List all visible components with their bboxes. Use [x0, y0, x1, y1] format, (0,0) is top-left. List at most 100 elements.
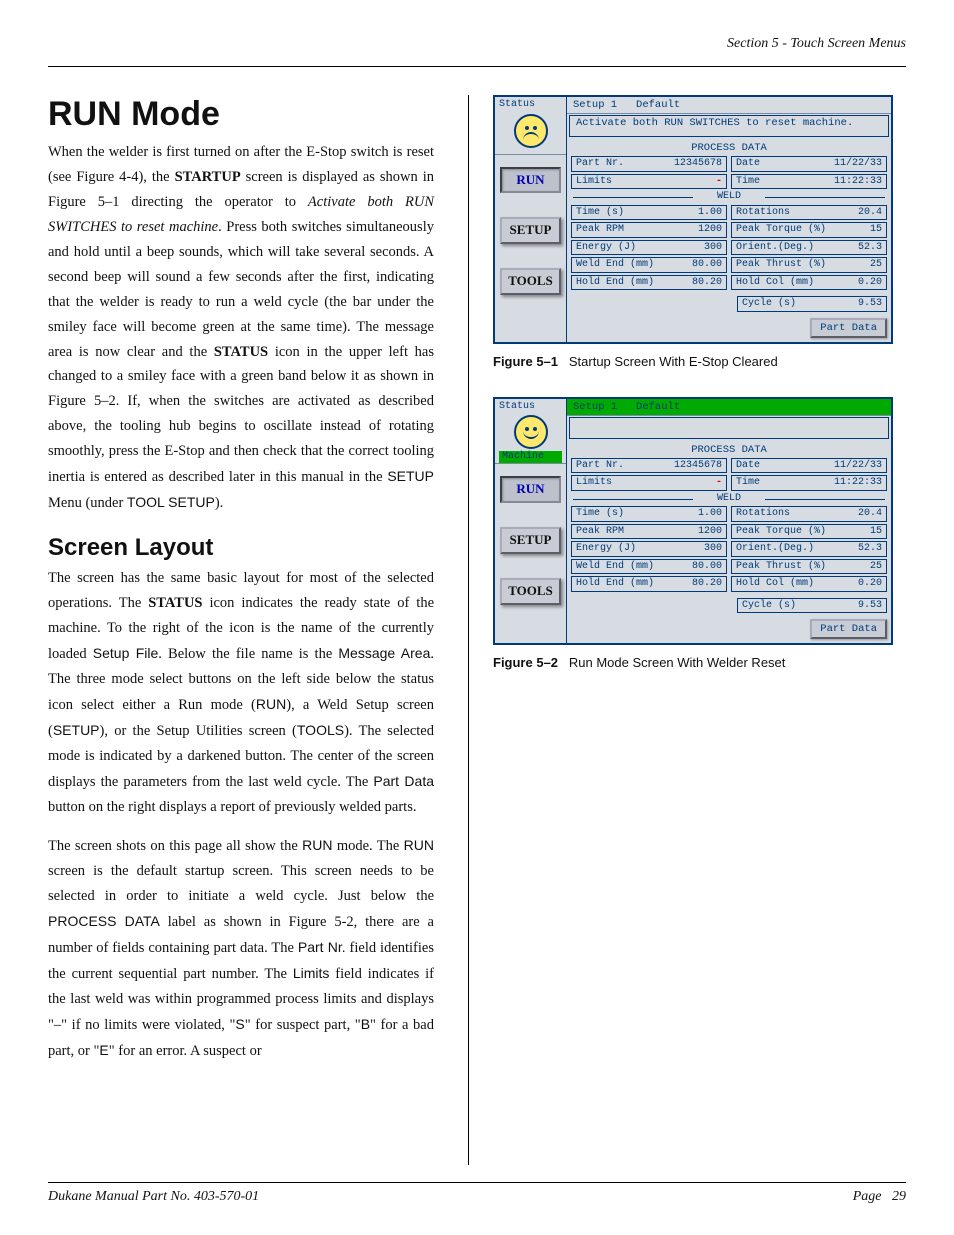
field-limits: Limits- — [571, 475, 727, 491]
text: ). — [215, 495, 223, 511]
figure-5-1-caption: Figure 5–1 Startup Screen With E-Stop Cl… — [493, 354, 888, 369]
page: Section 5 - Touch Screen Menus RUN Mode … — [0, 0, 954, 1235]
figure-5-1-screenshot: Status RUN SETUP TOOLS Setup 1 Default — [493, 95, 893, 344]
text-sans: Setup File — [93, 645, 159, 661]
field-energy: Energy (J)300 — [571, 240, 727, 256]
part-data-button[interactable]: Part Data — [810, 619, 887, 639]
page-title: RUN Mode — [48, 95, 434, 134]
text-sans: RUN — [302, 837, 332, 853]
field-weld-end: Weld End (mm)80.00 — [571, 559, 727, 575]
text-sans: SETUP — [53, 722, 100, 738]
text-sans: E — [99, 1042, 108, 1058]
screenshot-main: Setup 1 Default PROCESS DATA Part Nr.123… — [567, 399, 891, 644]
field-weld-end: Weld End (mm)80.00 — [571, 257, 727, 273]
header-rule — [48, 66, 906, 67]
process-data-heading: PROCESS DATA — [567, 138, 891, 156]
field-part-nr: Part Nr.12345678 — [571, 156, 727, 172]
field-energy: Energy (J)300 — [571, 541, 727, 557]
right-column: Status RUN SETUP TOOLS Setup 1 Default — [468, 95, 888, 1165]
field-peak-thrust: Peak Thrust (%)25 — [731, 257, 887, 273]
text: The screen shots on this page all show t… — [48, 838, 302, 854]
paragraph-1: When the welder is first turned on after… — [48, 140, 434, 516]
field-date: Date11/22/33 — [731, 156, 887, 172]
text-sans: S — [235, 1016, 244, 1032]
weld-divider: WELD — [571, 191, 887, 203]
setup-default: Default — [636, 99, 680, 111]
setup-button[interactable]: SETUP — [500, 527, 561, 554]
section-header: Section 5 - Touch Screen Menus — [48, 36, 906, 56]
machine-status-bar: Machine — [499, 451, 562, 463]
field-cycle: Cycle (s)9.53 — [737, 296, 887, 312]
subheading: Screen Layout — [48, 534, 434, 562]
text-bold: STATUS — [148, 595, 202, 611]
text-sans: Part Data — [373, 773, 434, 789]
text: Menu (under — [48, 495, 127, 511]
text: button on the right displays a report of… — [48, 799, 416, 815]
screenshot-sidebar: Status Machine RUN SETUP TOOLS — [495, 399, 567, 644]
process-data-heading: PROCESS DATA — [567, 440, 891, 458]
field-orient: Orient.(Deg.)52.3 — [731, 541, 887, 557]
text: mode. The — [333, 838, 404, 854]
text-sans: RUN — [404, 837, 434, 853]
field-part-nr: Part Nr.12345678 — [571, 458, 727, 474]
field-time: Time11:22:33 — [731, 174, 887, 190]
setup-file-row: Setup 1 Default — [567, 399, 891, 416]
text: screen is the default startup screen. Th… — [48, 863, 434, 904]
field-hold-end: Hold End (mm)80.20 — [571, 576, 727, 592]
footer-left: Dukane Manual Part No. 403-570-01 — [48, 1189, 259, 1205]
field-hold-col: Hold Col (mm)0.20 — [731, 275, 887, 291]
setup-file-row: Setup 1 Default — [567, 97, 891, 114]
screenshot-main: Setup 1 Default Activate both RUN SWITCH… — [567, 97, 891, 342]
text-sans: PROCESS DATA — [48, 913, 160, 929]
text-sans: Message Area — [338, 645, 430, 661]
text: " for suspect part, " — [245, 1017, 361, 1033]
field-time: Time11:22:33 — [731, 475, 887, 491]
text-sans: B — [361, 1016, 370, 1032]
screenshot-sidebar: Status RUN SETUP TOOLS — [495, 97, 567, 342]
field-peak-thrust: Peak Thrust (%)25 — [731, 559, 887, 575]
text-sans: Limits — [293, 965, 330, 981]
text: icon in the upper left has changed to a … — [48, 344, 434, 486]
field-cycle: Cycle (s)9.53 — [737, 598, 887, 614]
field-time-s: Time (s)1.00 — [571, 205, 727, 221]
figure-5-2-screenshot: Status Machine RUN SETUP TOOLS Setup 1 — [493, 397, 893, 646]
text: . Below the file name is the — [158, 646, 338, 662]
field-orient: Orient.(Deg.)52.3 — [731, 240, 887, 256]
run-button[interactable]: RUN — [500, 476, 561, 503]
tools-button[interactable]: TOOLS — [500, 268, 561, 295]
text-sans: SETUP — [387, 468, 434, 484]
tools-button[interactable]: TOOLS — [500, 578, 561, 605]
paragraph-3: The screen shots on this page all show t… — [48, 833, 434, 1063]
sad-face-icon — [514, 114, 548, 148]
run-button[interactable]: RUN — [500, 167, 561, 194]
message-area: Activate both RUN SWITCHES to reset mach… — [569, 115, 889, 137]
left-column: RUN Mode When the welder is first turned… — [48, 95, 448, 1165]
figure-5-2-caption: Figure 5–2 Run Mode Screen With Welder R… — [493, 655, 888, 670]
text: " for an error. A suspect or — [109, 1043, 262, 1059]
text-bold: STATUS — [214, 344, 268, 360]
part-data-button[interactable]: Part Data — [810, 318, 887, 338]
paragraph-2: The screen has the same basic layout for… — [48, 566, 434, 819]
field-limits: Limits- — [571, 174, 727, 190]
field-hold-end: Hold End (mm)80.20 — [571, 275, 727, 291]
field-rotations: Rotations20.4 — [731, 205, 887, 221]
text: ), or the Setup Utilities screen ( — [100, 723, 297, 739]
text-bold: STARTUP — [175, 169, 241, 185]
process-data-grid: Part Nr.12345678 Date11/22/33 Limits- Ti… — [567, 458, 891, 596]
text-sans: RUN — [256, 696, 286, 712]
page-footer: Dukane Manual Part No. 403-570-01 Page 2… — [48, 1182, 906, 1205]
setup-button[interactable]: SETUP — [500, 217, 561, 244]
footer-right: Page 29 — [853, 1189, 906, 1205]
field-peak-torque: Peak Torque (%)15 — [731, 524, 887, 540]
setup-default: Default — [636, 401, 680, 413]
status-block: Status — [495, 97, 566, 155]
field-hold-col: Hold Col (mm)0.20 — [731, 576, 887, 592]
field-date: Date11/22/33 — [731, 458, 887, 474]
message-area — [569, 417, 889, 439]
status-label: Status — [499, 401, 562, 413]
field-rotations: Rotations20.4 — [731, 506, 887, 522]
text-sans: TOOL SETUP — [127, 494, 215, 510]
text-sans: Part Nr. — [298, 939, 346, 955]
setup-file-name: Setup 1 — [573, 401, 617, 413]
setup-file-name: Setup 1 — [573, 99, 617, 111]
